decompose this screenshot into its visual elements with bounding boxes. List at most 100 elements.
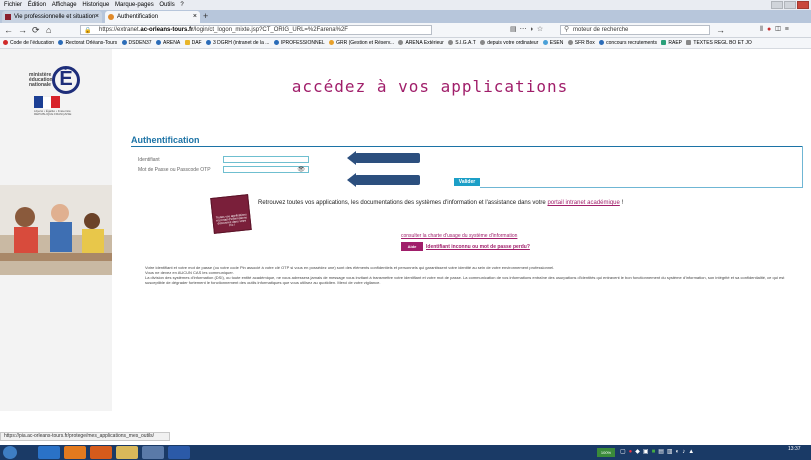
bookmark-item[interactable]: ARENA: [155, 38, 180, 48]
home-icon[interactable]: ⌂: [46, 24, 51, 36]
window-controls: [771, 1, 809, 9]
menu-bar: Fichier Édition Affichage Historique Mar…: [0, 0, 811, 10]
start-button[interactable]: [3, 446, 17, 459]
more-icon[interactable]: ⋯: [520, 26, 530, 33]
portail-intranet-link[interactable]: portail intranet académique: [547, 200, 619, 206]
divider: [131, 146, 803, 147]
menu-outils[interactable]: Outils: [159, 0, 174, 10]
ministry-logo-icon: É: [52, 66, 80, 94]
book-label: Toutes vos applications et portail d'inf…: [215, 212, 248, 228]
divider: [802, 146, 803, 188]
url-bar[interactable]: 🔒 https://extranet.ac-orleans-tours.fr/l…: [80, 25, 432, 35]
back-icon[interactable]: ←: [4, 24, 13, 36]
tab-authentification[interactable]: Authentification ×: [105, 11, 200, 23]
menu-historique[interactable]: Historique: [82, 0, 109, 10]
media-taskbar-icon[interactable]: [64, 446, 86, 459]
identifiant-input[interactable]: [223, 156, 309, 163]
bookmark-item[interactable]: depuis votre ordinateur: [480, 38, 538, 48]
close-window-button[interactable]: [797, 1, 809, 9]
bookmark-item[interactable]: RAEP: [661, 38, 682, 48]
tray-icon[interactable]: ▥: [667, 449, 676, 455]
bookmark-item[interactable]: IPROFESSIONNEL: [273, 38, 325, 48]
info-text: Retrouvez toutes vos applications, les d…: [258, 200, 624, 206]
library-icon[interactable]: ⫴: [760, 26, 767, 33]
explorer-taskbar-icon[interactable]: [116, 446, 138, 459]
bookmark-item[interactable]: Code de l'éducation: [3, 38, 54, 48]
bookmark-item[interactable]: GRR (Gestion et Réserv...: [329, 38, 394, 48]
search-icon: ⚲: [564, 26, 570, 33]
bookmarks-bar: Code de l'éducation Rectorat Orléans-Tou…: [0, 38, 811, 49]
flag-caption: Liberté • Égalité • Fraternité RÉPUBLIQU…: [34, 109, 72, 116]
password-input[interactable]: 👁: [223, 166, 309, 173]
bookmark-item[interactable]: DAF: [184, 38, 202, 48]
menu-fichier[interactable]: Fichier: [4, 0, 22, 10]
bookmark-item[interactable]: ARENA Extérieur: [398, 38, 444, 48]
bookmark-item[interactable]: TEXTES REGL BO ET JO: [686, 38, 752, 48]
app-taskbar-icon[interactable]: [142, 446, 164, 459]
toolbar-icons: ⫴●◫≡: [760, 25, 793, 35]
favicon-icon: [5, 14, 11, 20]
clock: 13:37: [788, 446, 801, 452]
forward-icon[interactable]: →: [18, 24, 27, 36]
search-input[interactable]: ⚲ moteur de recherche: [560, 25, 710, 35]
tray-icon[interactable]: ◆: [635, 449, 643, 455]
bookmark-item[interactable]: S.I.G.A.T: [448, 38, 476, 48]
tab-label: Authentification: [117, 14, 159, 20]
ie-taskbar-icon[interactable]: [38, 446, 60, 459]
menu-help[interactable]: ?: [180, 0, 183, 10]
star-icon[interactable]: ☆: [537, 26, 546, 33]
eye-icon[interactable]: 👁: [297, 167, 305, 173]
identifiant-label: Identifiant: [138, 157, 160, 163]
menu-icon[interactable]: ≡: [785, 26, 793, 33]
url-actions: ▤⋯◗☆: [510, 25, 546, 35]
french-flag-icon: [34, 96, 61, 110]
menu-marque-pages[interactable]: Marque-pages: [115, 0, 154, 10]
portal-book-image[interactable]: Toutes vos applications et portail d'inf…: [210, 194, 252, 234]
tray-badge[interactable]: 100%: [597, 448, 615, 457]
tab-label: Vie professionnelle et situation: [14, 14, 96, 20]
charte-link[interactable]: consulter la charte d'usage du système d…: [401, 233, 517, 239]
valider-button[interactable]: Valider: [454, 178, 480, 186]
firefox-taskbar-icon[interactable]: [90, 446, 112, 459]
sidebar-icon[interactable]: ◫: [775, 26, 785, 33]
maximize-button[interactable]: [784, 1, 796, 9]
url-prefix: https://extranet.: [99, 27, 141, 33]
divider: [480, 187, 803, 188]
disclaimer-text: Votre identifiant et votre mot de passe …: [145, 265, 785, 285]
search-placeholder: moteur de recherche: [573, 27, 629, 33]
bookmark-item[interactable]: concours recrutements: [599, 38, 657, 48]
close-icon[interactable]: ×: [193, 11, 197, 23]
network-icon[interactable]: ▲: [688, 449, 697, 455]
go-arrow-icon[interactable]: →: [716, 24, 725, 36]
auth-title: Authentification: [131, 135, 200, 145]
tray-icon[interactable]: ▣: [643, 449, 652, 455]
bookmark-item[interactable]: ESEN: [542, 38, 563, 48]
status-url: https://pia.ac-orleans-tours.fr/protege/…: [0, 432, 170, 441]
menu-affichage[interactable]: Affichage: [52, 0, 77, 10]
bookmark-item[interactable]: SFR Box: [567, 38, 595, 48]
reload-icon[interactable]: ⟳: [32, 24, 40, 36]
reader-icon[interactable]: ▤: [510, 26, 520, 33]
tray-icon[interactable]: ▤: [658, 449, 667, 455]
extension-icon[interactable]: ●: [767, 26, 775, 33]
url-domain: ac-orleans-tours.fr: [140, 27, 194, 33]
classroom-photo: [0, 185, 112, 275]
menu-edition[interactable]: Édition: [28, 0, 46, 10]
bookmark-item[interactable]: 3 DGRH (intranet de la ...: [206, 38, 269, 48]
minimize-button[interactable]: [771, 1, 783, 9]
tray-icon[interactable]: ▢: [620, 449, 629, 455]
favicon-icon: [108, 14, 114, 20]
system-tray: ▢●◆▣■▤▥◐♪▲: [620, 447, 697, 458]
tab-vie-professionnelle[interactable]: Vie professionnelle et situation ×: [2, 11, 102, 23]
lock-icon: 🔒: [84, 28, 92, 34]
lost-password-link[interactable]: Identifiant inconnu ou mot de passe perd…: [426, 244, 530, 250]
url-path: /login/ct_logon_mixte.jsp?CT_ORIG_URL=%2…: [193, 27, 348, 33]
bookmark-item[interactable]: Rectorat Orléans-Tours: [58, 38, 117, 48]
page-content: [0, 49, 811, 411]
new-tab-button[interactable]: +: [203, 11, 208, 22]
help-badge-icon[interactable]: Aide: [401, 242, 423, 251]
close-icon[interactable]: ×: [95, 11, 99, 23]
word-taskbar-icon[interactable]: [168, 446, 190, 459]
bookmark-item[interactable]: DSDEN37: [121, 38, 152, 48]
pocket-icon[interactable]: ◗: [530, 26, 537, 33]
